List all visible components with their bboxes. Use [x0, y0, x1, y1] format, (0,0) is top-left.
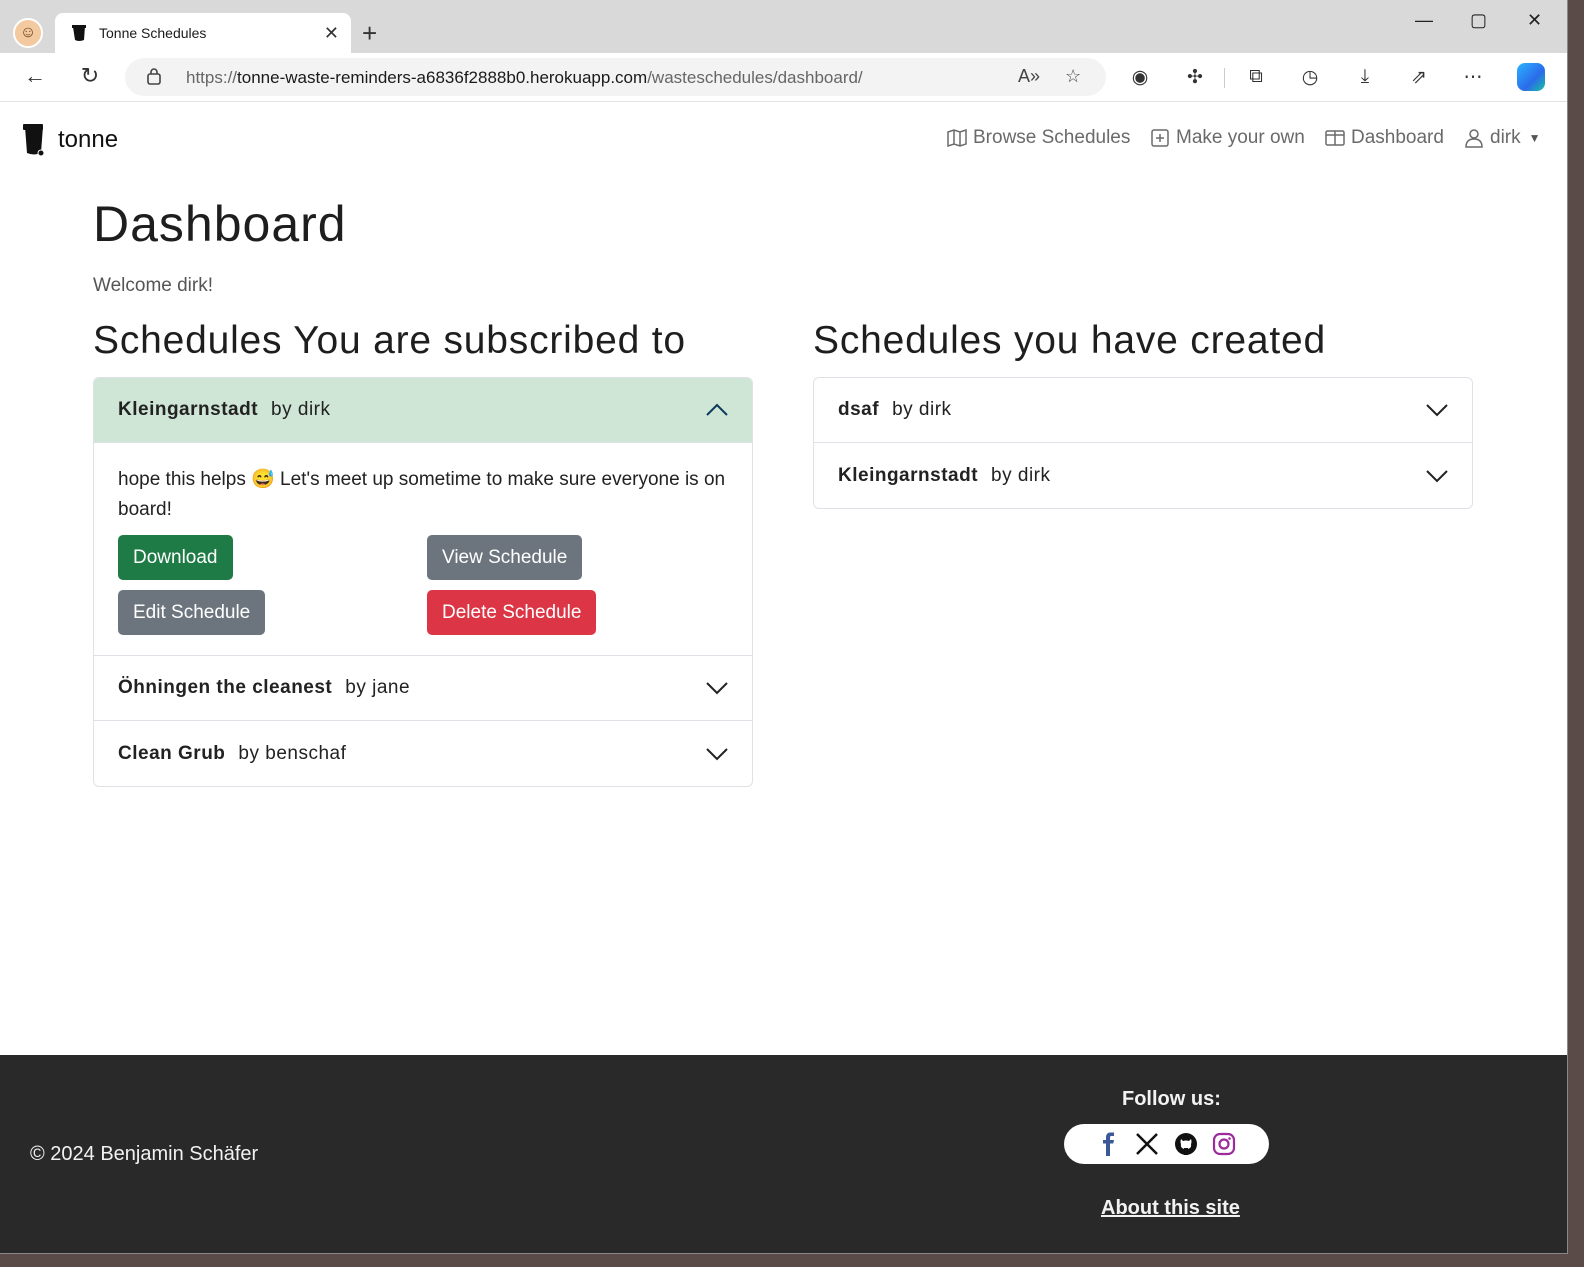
chevron-up-icon	[706, 403, 728, 416]
download-button[interactable]: Download	[118, 535, 233, 580]
close-window-icon[interactable]: ✕	[1527, 10, 1542, 31]
edit-schedule-button[interactable]: Edit Schedule	[118, 590, 266, 635]
chevron-down-icon	[706, 682, 728, 695]
minimize-icon[interactable]: —	[1415, 10, 1433, 31]
nav-make-your-own[interactable]: Make your own	[1150, 127, 1305, 149]
nav-user-dropdown[interactable]: dirk ▼	[1464, 127, 1541, 149]
footer: © 2024 Benjamin Schäfer Follow us: About…	[0, 1055, 1567, 1253]
view-schedule-button[interactable]: View Schedule	[427, 535, 583, 580]
created-accordion: dsaf by dirk Kleingarnstadt by dirk	[813, 377, 1473, 509]
collections-icon[interactable]: ⧉	[1243, 66, 1269, 88]
accordion-header-kleingarnstadt[interactable]: Kleingarnstadt by dirk	[94, 378, 752, 443]
follow-us-label: Follow us:	[1122, 1088, 1221, 1110]
share-icon[interactable]: ⇗	[1406, 66, 1432, 89]
more-icon[interactable]: ⋯	[1460, 66, 1486, 89]
address-bar[interactable]: https://tonne-waste-reminders-a6836f2888…	[125, 58, 1106, 96]
accordion-header-dsaf[interactable]: dsaf by dirk	[814, 378, 1472, 443]
brand-link[interactable]: tonne	[22, 123, 118, 157]
chevron-down-icon	[706, 747, 728, 760]
person-icon	[1465, 129, 1483, 148]
plus-square-icon	[1151, 129, 1169, 147]
x-icon[interactable]	[1135, 1132, 1159, 1156]
url-text[interactable]: https://tonne-waste-reminders-a6836f2888…	[186, 68, 863, 88]
tab-title: Tonne Schedules	[99, 25, 207, 41]
about-link[interactable]: About this site	[1101, 1197, 1240, 1220]
github-icon[interactable]	[1174, 1132, 1198, 1156]
new-tab-button[interactable]: +	[362, 18, 377, 48]
caret-down-icon: ▼	[1528, 131, 1541, 145]
read-aloud-icon[interactable]: A»	[1018, 66, 1040, 87]
refresh-icon[interactable]: ↻	[75, 63, 105, 89]
bin-logo-icon	[23, 124, 45, 157]
columns-icon	[1325, 130, 1345, 146]
facebook-icon[interactable]	[1097, 1132, 1121, 1156]
download-icon[interactable]: ⤓	[1352, 66, 1378, 88]
page: tonne Browse Schedules Make your own Das…	[0, 103, 1567, 1253]
schedule-description: hope this helps 😅 Let's meet up sometime…	[118, 469, 726, 520]
tab-close-icon[interactable]: ✕	[324, 23, 339, 44]
history-icon[interactable]: ◷	[1297, 66, 1323, 89]
chevron-down-icon	[1426, 404, 1448, 417]
map-icon	[947, 128, 967, 148]
favorite-star-icon[interactable]: ☆	[1065, 66, 1081, 87]
copyright-text: © 2024 Benjamin Schäfer	[30, 1143, 259, 1165]
brand-name: tonne	[58, 126, 119, 153]
browser-toolbar: ← ↻ https://tonne-waste-reminders-a6836f…	[0, 53, 1567, 102]
created-heading: Schedules you have created	[813, 319, 1326, 362]
profile-avatar-icon[interactable]: ☺	[13, 18, 43, 48]
subscribed-accordion: Kleingarnstadt by dirk hope this helps 😅…	[93, 377, 753, 787]
accordion-header-clean-grub[interactable]: Clean Grub by benschaf	[94, 721, 752, 786]
delete-schedule-button[interactable]: Delete Schedule	[427, 590, 597, 635]
social-links	[1064, 1124, 1269, 1164]
accordion-body: hope this helps 😅 Let's meet up sometime…	[94, 443, 752, 656]
chevron-down-icon	[1426, 469, 1448, 482]
nav-browse-schedules[interactable]: Browse Schedules	[947, 127, 1130, 149]
tab-favicon-icon	[72, 25, 86, 41]
welcome-text: Welcome dirk!	[93, 275, 214, 296]
instagram-icon[interactable]	[1212, 1132, 1236, 1156]
nav-dashboard[interactable]: Dashboard	[1325, 127, 1444, 149]
puzzle-icon[interactable]: ✣	[1182, 66, 1208, 89]
extension-icon[interactable]: ◉	[1127, 66, 1153, 89]
accordion-header-kleingarnstadt-created[interactable]: Kleingarnstadt by dirk	[814, 443, 1472, 508]
browser-window: ☺ Tonne Schedules ✕ + — ▢ ✕ ← ↻ https://…	[0, 0, 1568, 1254]
back-icon[interactable]: ←	[20, 63, 50, 89]
maximize-icon[interactable]: ▢	[1470, 10, 1487, 31]
accordion-header-ohningen[interactable]: Öhningen the cleanest by jane	[94, 656, 752, 721]
page-title: Dashboard	[93, 196, 347, 252]
browser-tab[interactable]: Tonne Schedules ✕	[55, 13, 351, 53]
subscribed-heading: Schedules You are subscribed to	[93, 319, 686, 362]
copilot-icon[interactable]	[1517, 63, 1545, 91]
lock-icon[interactable]	[147, 67, 161, 85]
title-bar: ☺ Tonne Schedules ✕ + — ▢ ✕	[0, 0, 1567, 53]
